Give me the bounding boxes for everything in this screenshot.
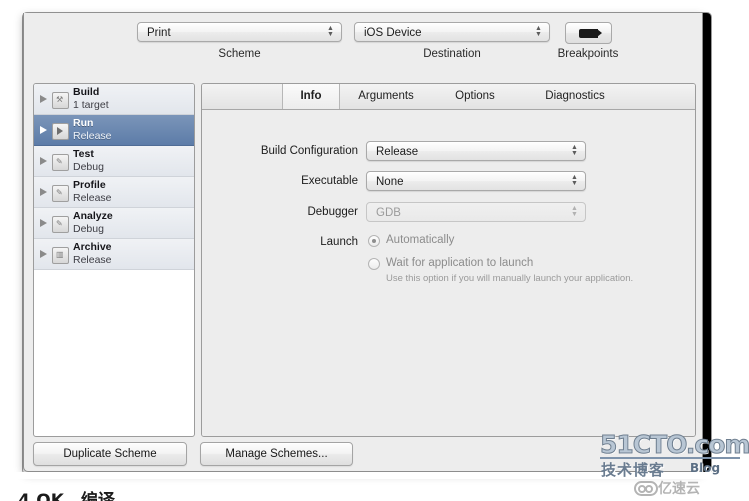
scheme-action-subtitle: Debug [73,161,104,173]
field-row: Build Configuration Release ▲ ▼ [202,141,695,163]
scheme-action-title: Profile [73,179,106,191]
popup-value: Release [376,146,419,158]
scheme-action-title: Test [73,148,94,160]
launch-label: Launch [320,236,358,248]
screenshot-root: Print > Print > Print.h > No Selection /… [0,0,749,501]
manage-schemes-button[interactable]: Manage Schemes... [200,442,353,466]
field-label: Debugger [307,206,358,218]
tab-arguments[interactable]: Arguments [342,84,430,109]
popup-value: None [376,176,404,188]
scheme-action-text: Analyze Debug [73,210,113,236]
stepper-arrows-icon: ▲ ▼ [535,25,542,38]
stepper-arrows-icon: ▲ ▼ [571,205,578,218]
scheme-action-row-test[interactable]: ✎ Test Debug [34,146,194,177]
field-label: Executable [301,175,358,187]
scheme-popup-button[interactable]: Print ▲ ▼ [137,22,342,42]
scheme-action-text: Archive Release [73,241,112,267]
scheme-action-subtitle: Release [73,192,112,204]
wrench-icon: ✎ [52,185,69,202]
scheme-action-text: Profile Release [73,179,112,205]
stepper-arrows-icon: ▲ ▼ [571,174,578,187]
disclosure-triangle-icon[interactable] [40,219,47,227]
scheme-action-title: Analyze [73,210,113,222]
scheme-action-list[interactable]: ⚒ Build 1 target Run Release ✎ Test Debug ✎ Profi… [33,83,195,437]
detail-tabstrip[interactable]: Info Arguments Options Diagnostics [202,84,695,110]
scheme-action-subtitle: Debug [73,223,104,235]
scheme-action-text: Run Release [73,117,112,143]
destination-caption: Destination [423,48,481,60]
launch-radio-label: Wait for application to launch [386,257,534,269]
launch-radio-automatically[interactable] [368,235,380,247]
field-row: Executable None ▲ ▼ [202,171,695,193]
breakpoint-arrow-icon [579,29,602,38]
field-label: Build Configuration [260,145,358,157]
launch-radio-label: Automatically [386,234,455,246]
scheme-action-row-profile[interactable]: ✎ Profile Release [34,177,194,208]
info-tab-body: Build Configuration Release ▲ ▼ Executable No… [202,110,695,436]
disclosure-triangle-icon[interactable] [40,157,47,165]
disclosure-triangle-icon[interactable] [40,250,47,258]
launch-hint-text: Use this option if you will manually lau… [386,273,634,284]
scheme-detail-pane: Info Arguments Options Diagnostics Build Co… [201,83,696,437]
wrench-icon: ✎ [52,216,69,233]
scheme-action-row-build[interactable]: ⚒ Build 1 target [34,84,194,115]
build-configuration-popup[interactable]: Release ▲ ▼ [366,141,586,161]
tab-diagnostics[interactable]: Diagnostics [520,84,630,109]
breakpoints-toggle-button[interactable] [565,22,612,44]
stepper-arrows-icon: ▲ ▼ [571,144,578,157]
scheme-action-title: Build [73,86,100,98]
scheme-action-text: Build 1 target [73,86,109,112]
play-icon [52,123,69,140]
scheme-caption: Scheme [218,48,261,60]
executable-popup[interactable]: None ▲ ▼ [366,171,586,191]
scheme-action-subtitle: Release [73,254,112,266]
stepper-arrows-icon: ▲ ▼ [327,25,334,38]
launch-radio-wait[interactable] [368,258,380,270]
scheme-popup-value: Print [147,27,171,39]
scheme-action-subtitle: 1 target [73,99,109,111]
tab-info[interactable]: Info [282,84,340,109]
tab-options[interactable]: Options [434,84,516,109]
destination-popup-button[interactable]: iOS Device ▲ ▼ [354,22,550,42]
scheme-action-text: Test Debug [73,148,104,174]
archive-icon: ▥ [52,247,69,264]
scheme-action-title: Run [73,117,94,129]
cloud-icon [634,481,658,496]
screenshot-clip-strip [0,472,749,479]
scheme-action-subtitle: Release [73,130,112,142]
debugger-popup: GDB ▲ ▼ [366,202,586,222]
hammer-icon: ⚒ [52,92,69,109]
popup-value: GDB [376,207,401,219]
window-right-dark-edge [702,13,711,473]
disclosure-triangle-icon[interactable] [40,188,47,196]
sheet-bottom-bar: Duplicate Scheme Manage Schemes... [24,435,702,471]
watermark-yisuyun: 亿速云 [658,481,700,497]
wrench-icon: ✎ [52,154,69,171]
page-caption: 4.OK，编译 [18,491,115,501]
field-row: Debugger GDB ▲ ▼ [202,202,695,224]
scheme-action-row-analyze[interactable]: ✎ Analyze Debug [34,208,194,239]
scheme-action-row-run[interactable]: Run Release [34,115,194,146]
duplicate-scheme-button[interactable]: Duplicate Scheme [33,442,187,466]
scheme-action-title: Archive [73,241,112,253]
breakpoints-caption: Breakpoints [557,48,619,60]
scheme-editor-sheet: Print ▲ ▼ Scheme iOS Device ▲ ▼ Destinatio… [23,13,703,472]
scheme-split-view: ⚒ Build 1 target Run Release ✎ Test Debug ✎ Profi… [33,83,696,437]
disclosure-triangle-icon[interactable] [40,126,47,134]
destination-popup-value: iOS Device [364,27,422,39]
scheme-toolbar: Print ▲ ▼ Scheme iOS Device ▲ ▼ Destinatio… [24,22,702,79]
disclosure-triangle-icon[interactable] [40,95,47,103]
scheme-action-row-archive[interactable]: ▥ Archive Release [34,239,194,270]
